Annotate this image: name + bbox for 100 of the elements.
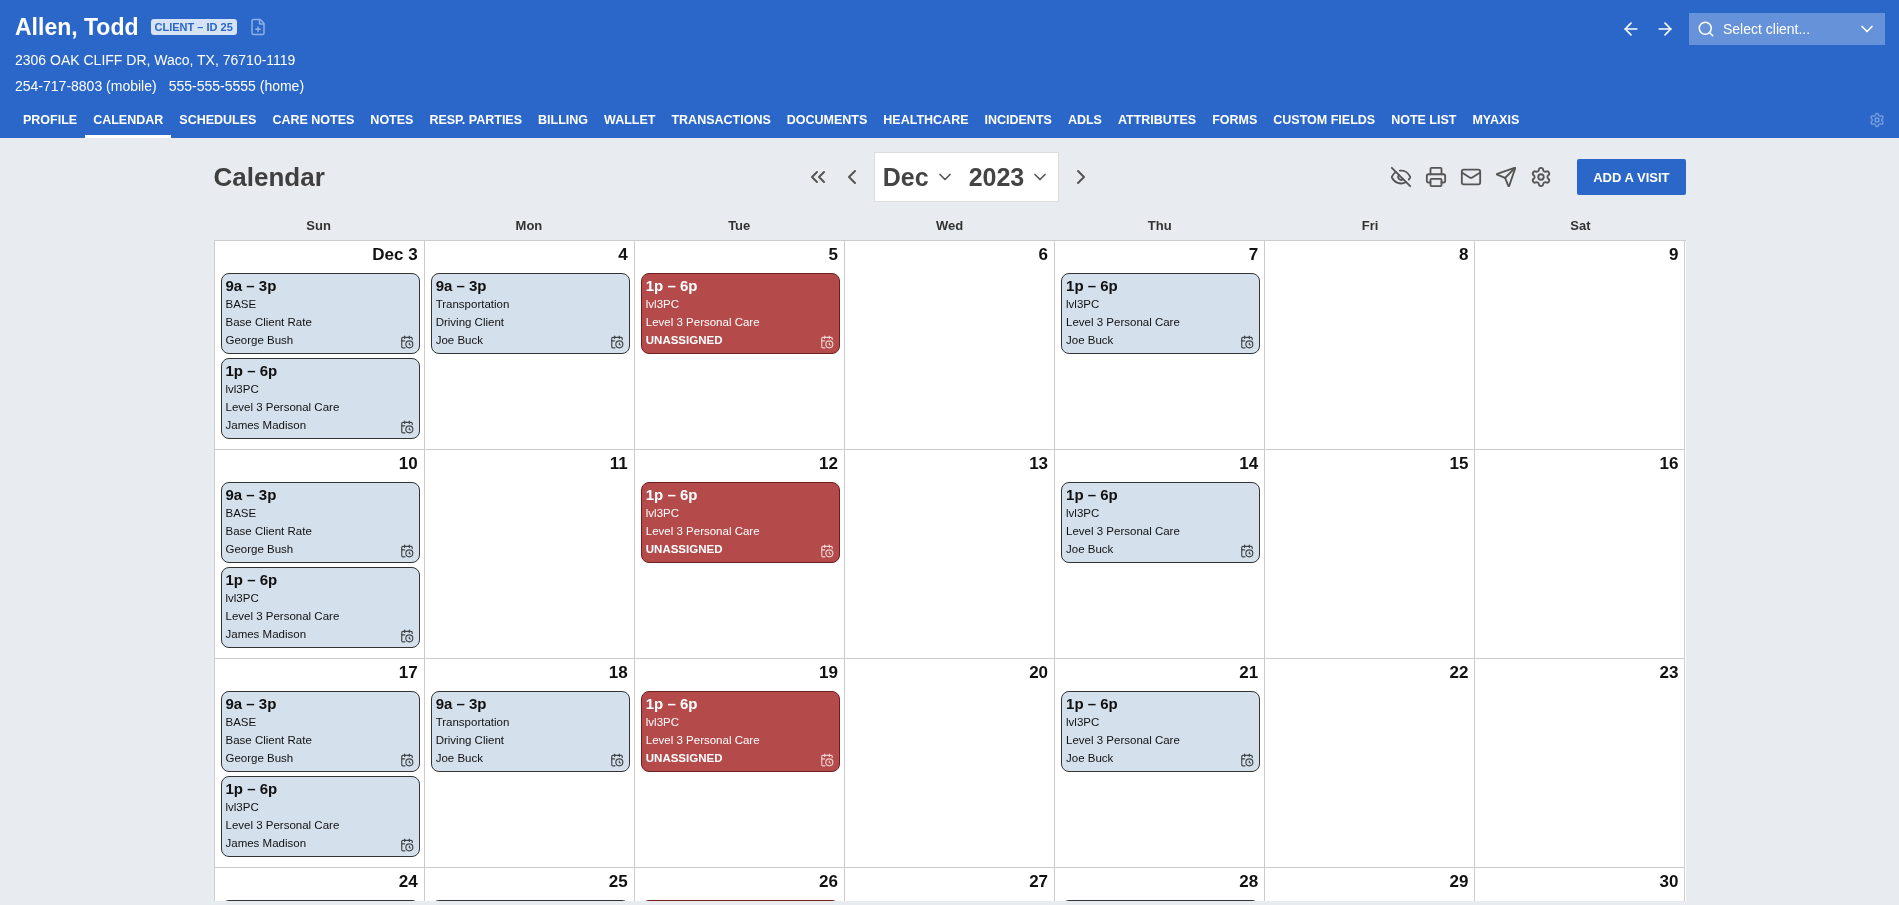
visit-time: 9a – 3p (435, 695, 488, 713)
visit-caregiver: Joe Buck (1066, 333, 1114, 348)
client-id-badge: CLIENT – ID 25 (150, 19, 237, 35)
visit-service: Level 3 Personal Care (225, 818, 340, 833)
nav-tab[interactable]: DOCUMENTS (778, 113, 876, 138)
year-select[interactable]: 2023 (968, 162, 1025, 192)
day-cell[interactable]: 21 1p – 6p lvl3PC Level 3 Personal Care Joe Buck (1055, 659, 1266, 868)
send-icon[interactable] (1495, 166, 1518, 188)
visit-card[interactable]: 9a – 3p BASE Base Client Rate George Bush (220, 273, 420, 354)
eye-off-icon[interactable] (1390, 166, 1413, 188)
nav-tab[interactable]: BILLING (530, 113, 597, 138)
nav-tab[interactable]: CARE NOTES (264, 113, 363, 138)
visit-card[interactable]: 1p – 6p lvl3PC Level 3 Personal Care UNASSIGNED (640, 273, 840, 354)
nav-tab[interactable]: INCIDENTS (976, 113, 1060, 138)
day-number: 17 (398, 663, 419, 684)
day-cell[interactable]: 18 9a – 3p Transportation Driving Client Joe Buck (424, 659, 635, 868)
nav-tab[interactable]: RESP. PARTIES (421, 113, 531, 138)
day-cell[interactable]: 10 9a – 3p BASE Base Client Rate George Bush 1p – 6p lvl3PC Level 3 Personal Care James Madison (214, 450, 425, 659)
visit-time: 1p – 6p (645, 695, 699, 713)
day-cell[interactable]: 27 (844, 868, 1056, 901)
visit-service: Level 3 Personal Care (1066, 524, 1180, 539)
calendar-clock-icon[interactable] (609, 335, 624, 349)
day-cell[interactable]: 16 (1475, 450, 1686, 659)
nav-tab[interactable]: HEALTHCARE (875, 113, 977, 138)
settings-icon[interactable] (1530, 166, 1553, 188)
nav-tab[interactable]: CALENDAR (85, 113, 172, 138)
calendar-clock-icon[interactable] (399, 420, 414, 434)
visit-card[interactable]: 1p – 6p lvl3PC Level 3 Personal Care Joe Buck (1061, 691, 1261, 772)
visit-code: lvl3PC (225, 800, 259, 815)
day-cell[interactable]: 9 (1475, 241, 1686, 450)
nav-tab[interactable]: WALLET (596, 113, 664, 138)
day-cell[interactable]: 17 9a – 3p BASE Base Client Rate George Bush 1p – 6p lvl3PC Level 3 Personal Care James Madison (214, 659, 425, 868)
nav-tab[interactable]: MYAXIS (1464, 113, 1528, 138)
day-cell[interactable]: 11 (424, 450, 635, 659)
visit-time: 9a – 3p (225, 277, 278, 295)
day-cell[interactable]: 25 (424, 868, 635, 901)
day-cell[interactable]: 8 (1265, 241, 1476, 450)
visit-card[interactable]: 1p – 6p lvl3PC Level 3 Personal Care Joe Buck (1061, 482, 1261, 563)
day-cell[interactable]: 23 (1475, 659, 1686, 868)
visit-service: Driving Client (435, 733, 505, 748)
day-cell[interactable]: 30 (1475, 868, 1686, 901)
nav-tab[interactable]: TRANSACTIONS (663, 113, 779, 138)
visit-card[interactable]: 1p – 6p lvl3PC Level 3 Personal Care Joe Buck (1061, 273, 1261, 354)
visit-code: lvl3PC (1066, 506, 1100, 521)
day-cell[interactable]: 6 (844, 241, 1056, 450)
visit-card[interactable]: 1p – 6p lvl3PC Level 3 Personal Care James Madison (220, 358, 420, 439)
calendar-clock-icon[interactable] (399, 544, 414, 558)
visit-card[interactable]: 1p – 6p lvl3PC Level 3 Personal Care UNASSIGNED (640, 482, 840, 563)
visit-card[interactable]: 9a – 3p Transportation Driving Client Joe Buck (430, 273, 630, 354)
month-year-picker[interactable]: Dec 2023 (873, 152, 1060, 202)
month-select[interactable]: Dec (882, 162, 929, 192)
calendar-clock-icon[interactable] (399, 753, 414, 767)
day-cell[interactable]: 7 1p – 6p lvl3PC Level 3 Personal Care Joe Buck (1055, 241, 1266, 450)
mail-icon[interactable] (1460, 166, 1483, 188)
day-cell[interactable]: 4 9a – 3p Transportation Driving Client Joe Buck (424, 241, 635, 450)
printer-icon[interactable] (1425, 166, 1448, 188)
day-cell[interactable]: 22 (1265, 659, 1476, 868)
day-cell[interactable]: 5 1p – 6p lvl3PC Level 3 Personal Care UNASSIGNED (634, 241, 845, 450)
nav-tab[interactable]: CUSTOM FIELDS (1265, 113, 1384, 138)
visit-card[interactable]: 9a – 3p BASE Base Client Rate George Bush (220, 691, 420, 772)
visit-code: lvl3PC (645, 297, 679, 312)
visit-code: BASE (225, 506, 257, 521)
visit-code: lvl3PC (645, 506, 679, 521)
day-cell[interactable]: 20 (844, 659, 1056, 868)
day-cell[interactable]: 28 (1055, 868, 1266, 901)
day-cell[interactable]: 19 1p – 6p lvl3PC Level 3 Personal Care UNASSIGNED (634, 659, 845, 868)
visit-card[interactable]: 9a – 3p Transportation Driving Client Joe Buck (430, 691, 630, 772)
nav-tab[interactable]: ATTRIBUTES (1109, 113, 1205, 138)
calendar-clock-icon[interactable] (399, 629, 414, 643)
visit-card[interactable]: 9a – 3p BASE Base Client Rate George Bush (220, 482, 420, 563)
day-number: 14 (1239, 454, 1260, 475)
nav-tab[interactable]: NOTE LIST (1383, 113, 1465, 138)
nav-tab[interactable]: NOTES (362, 113, 422, 138)
day-cell[interactable]: 26 (634, 868, 845, 901)
day-cell[interactable]: 24 (214, 868, 425, 901)
day-cell[interactable]: 29 (1265, 868, 1476, 901)
day-number: 13 (1029, 454, 1050, 475)
nav-tab[interactable]: ADLS (1059, 113, 1110, 138)
calendar-clock-icon[interactable] (399, 838, 414, 852)
day-cell[interactable]: 15 (1265, 450, 1476, 659)
day-number: 21 (1239, 663, 1260, 684)
calendar-clock-icon[interactable] (1240, 335, 1255, 349)
calendar-clock-icon[interactable] (399, 335, 414, 349)
nav-tab[interactable]: FORMS (1204, 113, 1266, 138)
calendar-clock-icon[interactable] (609, 753, 624, 767)
visit-code: lvl3PC (645, 715, 679, 730)
nav-tab[interactable]: PROFILE (15, 113, 86, 138)
visit-card[interactable]: 1p – 6p lvl3PC Level 3 Personal Care James Madison (220, 776, 420, 857)
visit-time: 9a – 3p (435, 277, 488, 295)
calendar-clock-icon[interactable] (1240, 753, 1255, 767)
day-cell[interactable]: 13 (844, 450, 1056, 659)
visit-card[interactable]: 1p – 6p lvl3PC Level 3 Personal Care James Madison (220, 567, 420, 648)
visit-card[interactable]: 1p – 6p lvl3PC Level 3 Personal Care UNASSIGNED (640, 691, 840, 772)
calendar-clock-icon[interactable] (1240, 544, 1255, 558)
day-cell[interactable]: 12 1p – 6p lvl3PC Level 3 Personal Care UNASSIGNED (634, 450, 845, 659)
add-visit-button[interactable]: ADD A VISIT (1577, 159, 1686, 195)
day-cell[interactable]: 14 1p – 6p lvl3PC Level 3 Personal Care Joe Buck (1055, 450, 1266, 659)
visit-caregiver: Joe Buck (435, 751, 483, 766)
nav-tab[interactable]: SCHEDULES (171, 113, 265, 138)
day-cell[interactable]: Dec 3 9a – 3p BASE Base Client Rate George Bush 1p – 6p lvl3PC Level 3 Personal Care James Madison (214, 241, 425, 450)
